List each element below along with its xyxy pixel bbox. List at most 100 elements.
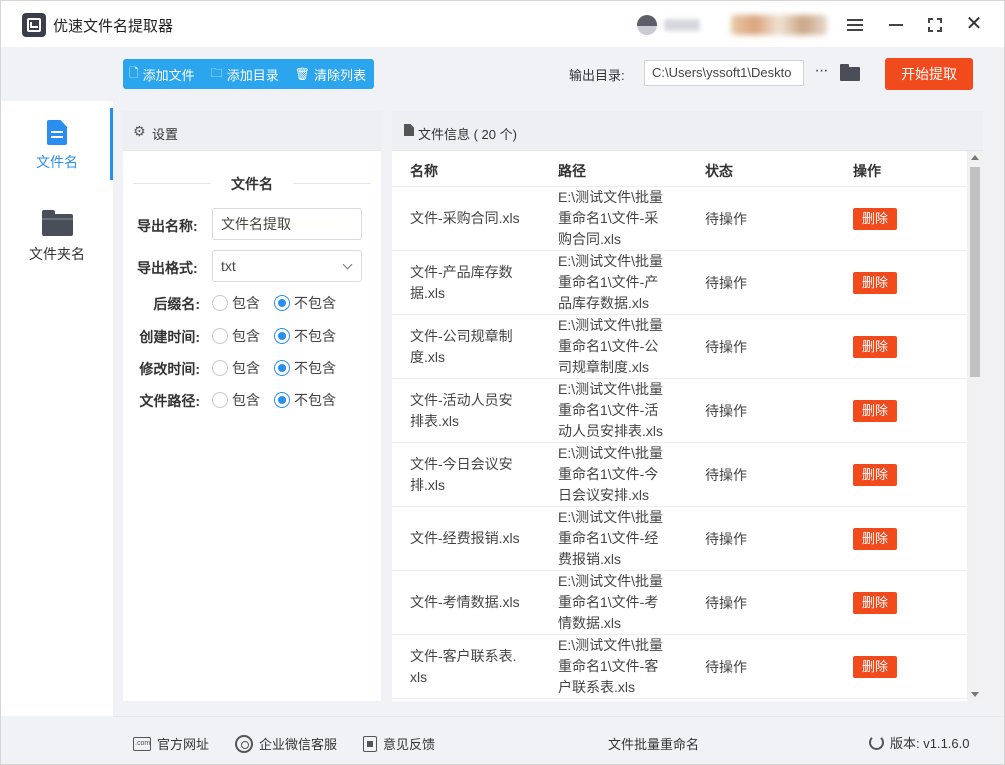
radio-include-label: 包含 [232,392,260,408]
column-header-name: 名称 [410,163,438,179]
radio-include[interactable] [212,392,228,408]
table-row[interactable]: 文件-经费报销.xls E:\测试文件\批量 重命名1\文件-经 费报销.xls 待操作… [392,507,967,571]
file-name-line: 文件-活动人员安 [410,392,513,408]
radio-exclude[interactable] [274,392,290,408]
table-row[interactable]: 文件-活动人员安 排表.xls E:\测试文件\批量 重命名1\文件-活 动人员安排表.… [392,379,967,443]
radio-include[interactable] [212,360,228,376]
radio-exclude[interactable] [274,328,290,344]
radio-include-label: 包含 [232,328,260,344]
scroll-thumb[interactable] [970,167,980,377]
modified-time-radio-group: 包含 不包含 [212,358,350,378]
more-options-button[interactable]: ··· [811,60,831,86]
scroll-down-icon[interactable] [971,692,979,697]
cell-status: 待操作 [705,595,747,611]
table-row[interactable]: 文件-客户联系表. xls E:\测试文件\批量 重命名1\文件-客 户联系表.xls 待… [392,635,967,699]
delete-button[interactable]: 删除 [853,656,897,678]
output-dir-input[interactable]: C:\Users\yssoft1\Deskto [644,60,804,86]
delete-button[interactable]: 删除 [853,464,897,486]
radio-exclude[interactable] [274,360,290,376]
cell-status: 待操作 [705,275,747,291]
suffix-include-option[interactable]: 包含 [212,293,260,313]
file-path-line: E:\测试文件\批量 [558,381,664,397]
browse-folder-icon[interactable] [840,64,860,81]
table-row[interactable]: 文件-今日会议安 排.xls E:\测试文件\批量 重命名1\文件-今 日会议安排.xl… [392,443,967,507]
cell-status: 待操作 [705,467,747,483]
delete-button[interactable]: 删除 [853,528,897,550]
maximize-icon[interactable] [923,13,947,37]
add-directory-button[interactable]: 🗀 添加目录 [211,64,279,85]
cell-file-path: E:\测试文件\批量 重命名1\文件-产 品库存数据.xls [558,251,670,314]
wechat-support-label: 企业微信客服 [259,737,338,752]
add-file-button[interactable]: 🗋 添加文件 [129,64,195,85]
table-row[interactable]: 文件-考情数据.xls E:\测试文件\批量 重命名1\文件-考 情数据.xls 待操作… [392,571,967,635]
minimize-icon[interactable] [884,13,908,37]
cell-status: 待操作 [705,403,747,419]
cell-file-name: 文件-客户联系表. xls [410,646,528,688]
user-avatar[interactable] [637,15,657,35]
section-title: 文件名 [231,176,273,192]
file-info-title: 文件信息 ( 20 个) [418,127,517,142]
sidebar-item-foldername[interactable]: 文件夹名 [1,200,113,272]
file-name-line: xls [410,669,428,685]
document-icon [404,124,414,136]
cell-file-path: E:\测试文件\批量 重命名1\文件-经 费报销.xls [558,507,670,570]
scroll-up-icon[interactable] [971,155,979,160]
cell-status: 待操作 [705,339,747,355]
version-info[interactable]: 版本: v1.1.6.0 [869,733,969,752]
sidebar-item-filename[interactable]: 文件名 [1,108,113,180]
export-name-input[interactable]: 文件名提取 [212,208,362,240]
clear-list-button[interactable]: 🗑 清除列表 [295,65,366,84]
delete-button[interactable]: 删除 [853,400,897,422]
radio-exclude[interactable] [274,295,290,311]
cell-status: 待操作 [705,211,747,227]
start-extract-button[interactable]: 开始提取 [885,58,973,90]
radio-include[interactable] [212,295,228,311]
add-file-label: 添加文件 [142,67,195,83]
export-name-label: 导出名称: [137,218,198,234]
feedback-link[interactable]: 意见反馈 [363,734,435,753]
clear-list-label: 清除列表 [313,67,366,83]
modified-include-option[interactable]: 包含 [212,358,260,378]
official-website-link[interactable]: 官方网址 [133,734,209,753]
file-path-line: 户联系表.xls [558,679,635,695]
app-title: 优速文件名提取器 [53,18,174,35]
batch-rename-label[interactable]: 文件批量重命名 [608,734,699,753]
radio-include-label: 包含 [232,360,260,376]
modified-time-label: 修改时间: [139,361,200,377]
file-path-line: E:\测试文件\批量 [558,509,664,525]
settings-header: ⚙ 设置 [123,111,381,151]
table-row[interactable]: 文件-公司规章制 度.xls E:\测试文件\批量 重命名1\文件-公 司规章制度.xl… [392,315,967,379]
file-path-radio-group: 包含 不包含 [212,390,350,410]
close-icon[interactable]: ✕ [962,13,986,37]
menu-icon[interactable] [843,13,867,37]
table-row[interactable]: 文件-产品库存数 据.xls E:\测试文件\批量 重命名1\文件-产 品库存数据.xl… [392,251,967,315]
cell-file-name: 文件-活动人员安 排表.xls [410,390,528,432]
modified-exclude-option[interactable]: 不包含 [274,358,336,378]
file-name-line: 度.xls [410,349,445,365]
path-include-option[interactable]: 包含 [212,390,260,410]
file-path-line: 司规章制度.xls [558,359,649,375]
wechat-support-link[interactable]: 企业微信客服 [235,734,337,753]
table-scrollbar[interactable] [967,151,983,701]
delete-button[interactable]: 删除 [853,208,897,230]
delete-button[interactable]: 删除 [853,272,897,294]
user-name-redacted [664,19,700,31]
created-exclude-option[interactable]: 不包含 [274,326,336,346]
radio-exclude-label: 不包含 [294,360,336,376]
created-include-option[interactable]: 包含 [212,326,260,346]
file-path-line: E:\测试文件\批量 [558,445,664,461]
file-name-line: 文件-经费报销.xls [410,530,520,546]
cell-file-name: 文件-考情数据.xls [410,592,528,613]
cell-file-name: 文件-采购合同.xls [410,208,528,229]
path-exclude-option[interactable]: 不包含 [274,390,336,410]
delete-button[interactable]: 删除 [853,592,897,614]
refresh-icon [869,735,884,750]
export-format-select[interactable]: txt [212,250,362,282]
cell-file-path: E:\测试文件\批量 重命名1\文件-活 动人员安排表.xls [558,379,670,442]
radio-include[interactable] [212,328,228,344]
feedback-icon [363,735,377,752]
file-table-body: 文件-采购合同.xls E:\测试文件\批量 重命名1\文件-采 购合同.xls 待操作… [392,187,967,701]
table-row[interactable]: 文件-采购合同.xls E:\测试文件\批量 重命名1\文件-采 购合同.xls 待操作… [392,187,967,251]
delete-button[interactable]: 删除 [853,336,897,358]
suffix-exclude-option[interactable]: 不包含 [274,293,336,313]
